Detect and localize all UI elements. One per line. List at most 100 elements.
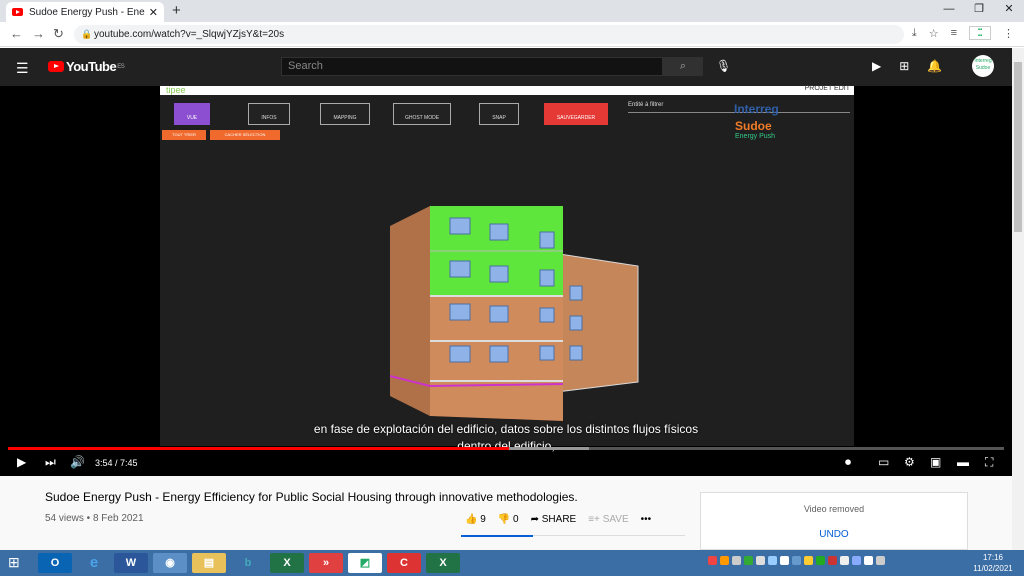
- video-small-button-trier: TOUT TRIER: [162, 130, 206, 140]
- scrollbar-thumb[interactable]: [1014, 62, 1022, 232]
- url-text: youtube.com/watch?v=_SlqwjYZjsY&t=20s: [94, 29, 285, 40]
- dislike-button[interactable]: 👎 0: [498, 514, 519, 525]
- tray-icon[interactable]: [708, 556, 717, 565]
- save-label: SAVE: [602, 514, 629, 525]
- menu-icon[interactable]: ⋮: [1003, 27, 1014, 40]
- outlook-icon[interactable]: O: [38, 553, 72, 573]
- autoplay-toggle-icon[interactable]: ⏺: [845, 455, 851, 470]
- back-icon[interactable]: ←: [10, 26, 23, 41]
- word-icon[interactable]: W: [114, 553, 148, 573]
- tray-icon[interactable]: [756, 556, 765, 565]
- save-playlist-icon: ≡+: [588, 514, 600, 525]
- restore-icon[interactable]: ❐: [964, 0, 994, 20]
- browser-tab[interactable]: Sudoe Energy Push - Energy Effic ✕: [6, 2, 164, 22]
- close-window-icon[interactable]: ✕: [994, 0, 1024, 20]
- network-icon[interactable]: [864, 556, 873, 565]
- region-code: ES: [117, 63, 125, 70]
- tray-icon[interactable]: [720, 556, 729, 565]
- minimize-icon[interactable]: —: [934, 0, 964, 20]
- page-scrollbar[interactable]: [1012, 48, 1024, 550]
- tray-icon[interactable]: [792, 556, 801, 565]
- app-green-icon[interactable]: ◩: [348, 553, 382, 573]
- windows-taskbar: ⊞ O e W ◉ ▤ b X » ◩ C X 17:16 11/02/2021: [0, 550, 1024, 576]
- excel-2-icon[interactable]: X: [426, 553, 460, 573]
- tray-icon[interactable]: [816, 556, 825, 565]
- video-button-vue: VUE: [174, 103, 210, 125]
- app-top-right-label: PROJET EDIT: [804, 85, 850, 92]
- like-button[interactable]: 👍 9: [465, 514, 486, 525]
- app-b-icon[interactable]: b: [231, 553, 265, 573]
- chrome-icon[interactable]: ◉: [153, 553, 187, 573]
- tray-icon[interactable]: [732, 556, 741, 565]
- save-button[interactable]: ≡+ SAVE: [588, 514, 628, 525]
- tray-icon[interactable]: [768, 556, 777, 565]
- notifications-bell-icon[interactable]: 🔔: [927, 59, 942, 73]
- play-icon[interactable]: ▶: [17, 455, 26, 469]
- subtitle-line-2: dentro del edificio,: [457, 439, 555, 453]
- youtube-play-icon: [48, 61, 64, 72]
- subtitles-icon[interactable]: ▭: [878, 455, 889, 469]
- hamburger-menu-icon[interactable]: ☰: [16, 60, 29, 77]
- volume-icon[interactable]: 🔊: [70, 455, 85, 469]
- close-tab-icon[interactable]: ✕: [149, 6, 158, 19]
- fullscreen-icon[interactable]: ⛶: [985, 455, 993, 470]
- reload-icon[interactable]: ↻: [53, 26, 64, 42]
- search-button[interactable]: ⌕: [663, 57, 703, 76]
- thumbs-up-icon: 👍: [465, 514, 478, 525]
- video-button-ghost-mode: GHOST MODE: [393, 103, 451, 125]
- tray-icon[interactable]: [804, 556, 813, 565]
- interreg-logo-text: Interreg: [734, 102, 779, 116]
- excel-icon[interactable]: X: [270, 553, 304, 573]
- tray-icon[interactable]: [780, 556, 789, 565]
- video-player[interactable]: tipee PROJET EDIT VUE INFOS MAPPING GHOS…: [0, 85, 1012, 476]
- subtitle-line-1: en fase de explotación del edificio, dat…: [313, 422, 699, 436]
- video-app-topbar: tipee PROJET EDIT: [160, 85, 854, 95]
- search-input[interactable]: Search: [281, 57, 663, 76]
- like-ratio-bar: [461, 535, 533, 537]
- clock-time: 17:16: [982, 553, 1004, 562]
- share-button[interactable]: ➦ SHARE: [531, 514, 577, 525]
- internet-explorer-icon[interactable]: e: [77, 553, 111, 573]
- theater-mode-icon[interactable]: ▬: [957, 455, 969, 469]
- create-video-icon[interactable]: ▶: [872, 59, 881, 73]
- new-tab-icon[interactable]: +: [172, 2, 181, 19]
- app-name: tipee: [166, 85, 186, 95]
- file-explorer-icon[interactable]: ▤: [192, 553, 226, 573]
- clock-date: 11/02/2021: [973, 564, 1013, 573]
- settings-gear-icon[interactable]: ⚙: [904, 455, 915, 469]
- next-icon[interactable]: ⏭: [45, 455, 56, 470]
- anydesk-icon[interactable]: »: [309, 553, 343, 573]
- youtube-logo[interactable]: YouTube ES: [48, 59, 125, 74]
- url-field[interactable]: 🔒 youtube.com/watch?v=_SlqwjYZjsY&t=20s: [74, 25, 904, 44]
- building-3d-model: [389, 206, 639, 421]
- microphone-icon[interactable]: 🎙: [716, 59, 731, 73]
- progress-bar[interactable]: [8, 447, 1004, 450]
- bookmark-star-icon[interactable]: ☆: [929, 27, 939, 40]
- speaker-icon[interactable]: [876, 556, 885, 565]
- tray-icon[interactable]: [828, 556, 837, 565]
- video-button-infos: INFOS: [248, 103, 290, 125]
- undo-button[interactable]: UNDO: [701, 529, 967, 540]
- reading-list-icon[interactable]: ≡: [951, 27, 957, 39]
- tray-icon[interactable]: [852, 556, 861, 565]
- avatar[interactable]: Interreg Sudoe: [972, 55, 994, 77]
- tray-icon[interactable]: [840, 556, 849, 565]
- tab-title: Sudoe Energy Push - Energy Effic: [29, 6, 145, 18]
- miniplayer-icon[interactable]: ▣: [930, 455, 941, 469]
- forward-icon[interactable]: →: [32, 26, 45, 41]
- share-label: SHARE: [541, 514, 577, 525]
- profile-logo-icon[interactable]: ▪▪ ▪▪: [969, 26, 991, 40]
- apps-grid-icon[interactable]: ⊞: [899, 59, 909, 73]
- played-bar: [8, 447, 509, 450]
- windows-start-icon[interactable]: ⊞: [8, 554, 20, 571]
- like-count: 9: [480, 514, 486, 525]
- player-controls: ▶ ⏭ 🔊 3:54 / 7:45 ⏺ ▭ ⚙ ▣ ▬ ⛶: [0, 452, 1012, 476]
- taskbar-clock[interactable]: 17:16 11/02/2021: [968, 552, 1018, 574]
- video-small-button-cacher: CACHER SÉLECTION: [210, 130, 280, 140]
- tray-icon[interactable]: [744, 556, 753, 565]
- install-icon[interactable]: ⤓: [912, 27, 917, 40]
- more-actions-icon[interactable]: •••: [641, 514, 652, 525]
- app-c-icon[interactable]: C: [387, 553, 421, 573]
- video-button-sauvegarder: SAUVEGARDER: [544, 103, 608, 125]
- lock-icon: 🔒: [81, 29, 93, 39]
